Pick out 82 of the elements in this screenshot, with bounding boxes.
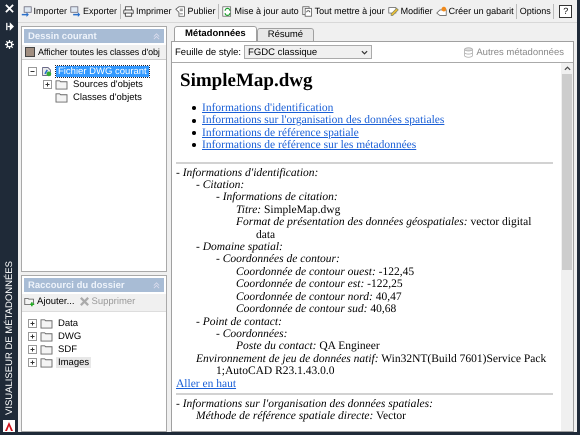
toolbar-button[interactable]: Modifier: [386, 6, 434, 16]
edit-icon: [388, 6, 399, 16]
expander-icon[interactable]: [43, 80, 52, 88]
bullet-icon: [192, 131, 196, 136]
expander-icon[interactable]: [28, 66, 37, 76]
delete-icon: [78, 296, 90, 307]
folder-item[interactable]: Images: [56, 356, 92, 368]
section-link[interactable]: Informations d'identification: [202, 102, 334, 114]
toolbar-button[interactable]: Publier: [173, 6, 218, 16]
database-icon: [463, 46, 474, 58]
folder-icon: [55, 78, 68, 90]
folder-item[interactable]: SDF: [56, 344, 79, 354]
section-link[interactable]: Informations sur l'organisation des données spatiales: [202, 114, 444, 127]
metadata-heading: - Coordonnées de contour:: [216, 253, 341, 266]
metadata-heading: - Informations de citation:: [216, 191, 339, 204]
metadata-field: Coordonnée de contour sud: 40,68: [236, 303, 553, 316]
app-logo-icon: [3, 420, 15, 432]
metadata-field: Coordonnée de contour ouest: -122,45: [236, 266, 553, 278]
metadata-field: Méthode de référence spatiale directe: Vector: [196, 410, 553, 423]
metadata-field: Coordonnée de contour nord: 40,47: [236, 290, 553, 304]
folder-icon: [40, 318, 53, 328]
document-icon: [174, 6, 186, 16]
metadata-field: Titre: SimpleMap.dwg: [236, 204, 553, 216]
metadata-field: Format de présentation des données géospatiales: vector digital data: [236, 216, 553, 242]
expander-icon[interactable]: [28, 318, 37, 328]
stylesheet-label: Feuille de style:: [175, 46, 242, 58]
metadata-heading: - Citation:: [196, 179, 246, 192]
expander-icon[interactable]: [28, 344, 37, 354]
export-icon: [70, 6, 82, 16]
metadata-field: Poste du contact: QA Engineer: [236, 340, 553, 353]
tree-item[interactable]: Classes d'objets: [71, 92, 144, 102]
drawing-file-icon: [40, 66, 53, 76]
metadata-heading: - Informations sur l'organisation des données spatiales:: [176, 398, 434, 410]
toolbar-button[interactable]: Options: [518, 6, 552, 16]
metadata-field: Environnement de jeu de données natif: Win32NT(Build 7601)Service Pack 1;AutoCAD R23.1.43.0.0: [196, 352, 553, 378]
metadata-heading: - Coordonnées:: [216, 328, 288, 340]
refresh-icon: [222, 6, 233, 16]
bullet-icon: [192, 143, 196, 148]
template-icon: [436, 6, 447, 16]
scrollbar-thumb[interactable]: [562, 74, 572, 270]
palette-title: VISUALISEUR DE MÉTADONNÉES: [4, 260, 14, 417]
back-to-top-link[interactable]: Aller en haut: [176, 378, 553, 390]
settings-icon[interactable]: [4, 40, 14, 49]
bullet-icon: [192, 106, 196, 110]
scroll-up-icon[interactable]: [564, 66, 570, 71]
expander-icon[interactable]: [28, 332, 37, 340]
expander-icon[interactable]: [28, 358, 37, 366]
bullet-icon: [192, 118, 196, 123]
metadata-heading: - Point de contact:: [196, 316, 283, 328]
toolbar-button[interactable]: Mise à jour auto: [220, 6, 300, 16]
tab[interactable]: Métadonnées: [174, 26, 257, 41]
folder-icon: [40, 344, 53, 354]
metadata-field: Coordonnée de contour est: -122,25: [236, 278, 553, 291]
section-link[interactable]: Informations de référence sur les métadonnées: [202, 139, 416, 152]
metadata-heading: - Domaine spatial:: [196, 241, 284, 254]
tab[interactable]: Résumé: [256, 28, 314, 41]
section-link[interactable]: Informations de référence spatiale: [202, 126, 359, 140]
toolbar-button[interactable]: Imprimer: [122, 6, 174, 16]
toolbar-button[interactable]: Exporter: [68, 6, 119, 16]
checkbox[interactable]: [25, 47, 35, 57]
folder-icon: [40, 356, 53, 368]
stylesheet-dropdown[interactable]: FGDC classique: [244, 45, 372, 59]
update-icon: [302, 6, 313, 16]
toolbar-button[interactable]: Importer: [19, 6, 69, 16]
folder-icon: [55, 92, 68, 102]
folder-item[interactable]: Data: [56, 318, 80, 328]
folder-action-button[interactable]: Ajouter...: [24, 296, 74, 307]
metadata-heading: - Informations d'identification:: [176, 166, 320, 180]
help-button[interactable]: ?: [559, 4, 572, 18]
panel-title: Raccourci du dossier: [28, 280, 125, 290]
panel-title: Dessin courant: [28, 30, 97, 42]
document-title: SimpleMap.dwg: [180, 70, 314, 92]
folder-item[interactable]: DWG: [56, 330, 84, 342]
tree-item[interactable]: Sources d'objets: [71, 78, 145, 90]
folder-icon: [40, 330, 53, 342]
toolbar-button[interactable]: Créer un gabarit: [434, 6, 516, 16]
caret-icon: [361, 50, 368, 54]
toolbar-button[interactable]: Tout mettre à jour: [300, 6, 386, 16]
printer-icon: [123, 6, 134, 16]
close-icon[interactable]: [4, 4, 14, 13]
scrollbar[interactable]: [561, 63, 573, 431]
import-icon: [20, 6, 32, 16]
